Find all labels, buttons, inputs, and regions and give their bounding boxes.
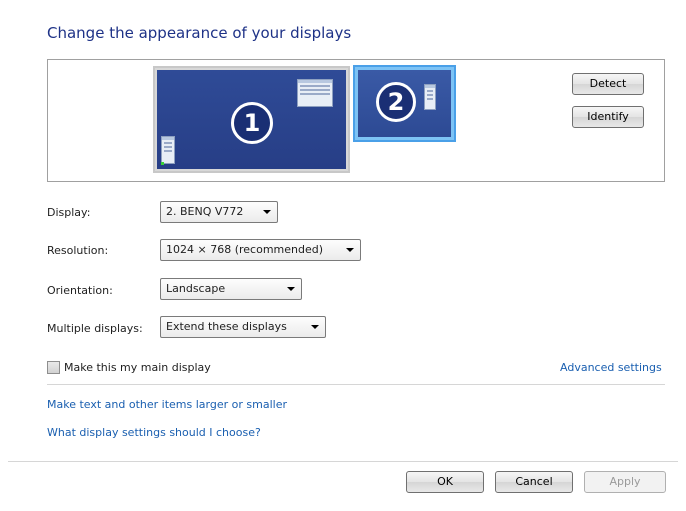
identify-button[interactable]: Identify	[572, 106, 644, 128]
orientation-select[interactable]: Landscape	[160, 278, 302, 300]
orientation-label: Orientation:	[47, 284, 113, 297]
multiple-displays-select[interactable]: Extend these displays	[160, 316, 326, 338]
display-settings-help-link[interactable]: What display settings should I choose?	[47, 426, 261, 439]
main-display-checkbox[interactable]	[47, 361, 60, 374]
chevron-down-icon	[287, 287, 295, 291]
window-thumbnail	[297, 79, 333, 107]
text-size-link[interactable]: Make text and other items larger or smal…	[47, 398, 287, 411]
display-arrangement-preview: 1 2 Detect Identify	[47, 59, 665, 182]
advanced-settings-link[interactable]: Advanced settings	[560, 361, 662, 374]
taskbar-indicator	[161, 162, 164, 165]
window-thumbnail	[161, 136, 175, 164]
orientation-select-value: Landscape	[166, 282, 226, 295]
monitor-1-number: 1	[231, 102, 273, 144]
divider	[47, 384, 665, 385]
detect-button[interactable]: Detect	[572, 73, 644, 95]
cancel-button[interactable]: Cancel	[495, 471, 573, 493]
monitor-2[interactable]: 2	[353, 65, 456, 142]
display-select-value: 2. BENQ V772	[166, 205, 244, 218]
apply-button[interactable]: Apply	[584, 471, 666, 493]
display-select[interactable]: 2. BENQ V772	[160, 201, 278, 223]
footer-divider	[8, 461, 678, 462]
multiple-displays-select-value: Extend these displays	[166, 320, 287, 333]
multiple-displays-label: Multiple displays:	[47, 322, 143, 335]
page-title: Change the appearance of your displays	[47, 24, 352, 42]
monitor-1-screen: 1	[157, 70, 346, 169]
window-thumbnail	[424, 84, 436, 110]
monitor-2-number: 2	[376, 82, 416, 122]
resolution-select[interactable]: 1024 × 768 (recommended)	[160, 239, 361, 261]
main-display-option[interactable]: Make this my main display	[47, 361, 211, 374]
chevron-down-icon	[263, 210, 271, 214]
monitor-1[interactable]: 1	[153, 66, 350, 173]
monitor-2-screen: 2	[358, 70, 451, 137]
chevron-down-icon	[311, 325, 319, 329]
resolution-select-value: 1024 × 768 (recommended)	[166, 243, 324, 256]
main-display-checkbox-label: Make this my main display	[64, 361, 211, 374]
display-label: Display:	[47, 206, 91, 219]
chevron-down-icon	[346, 248, 354, 252]
ok-button[interactable]: OK	[406, 471, 484, 493]
resolution-label: Resolution:	[47, 244, 109, 257]
